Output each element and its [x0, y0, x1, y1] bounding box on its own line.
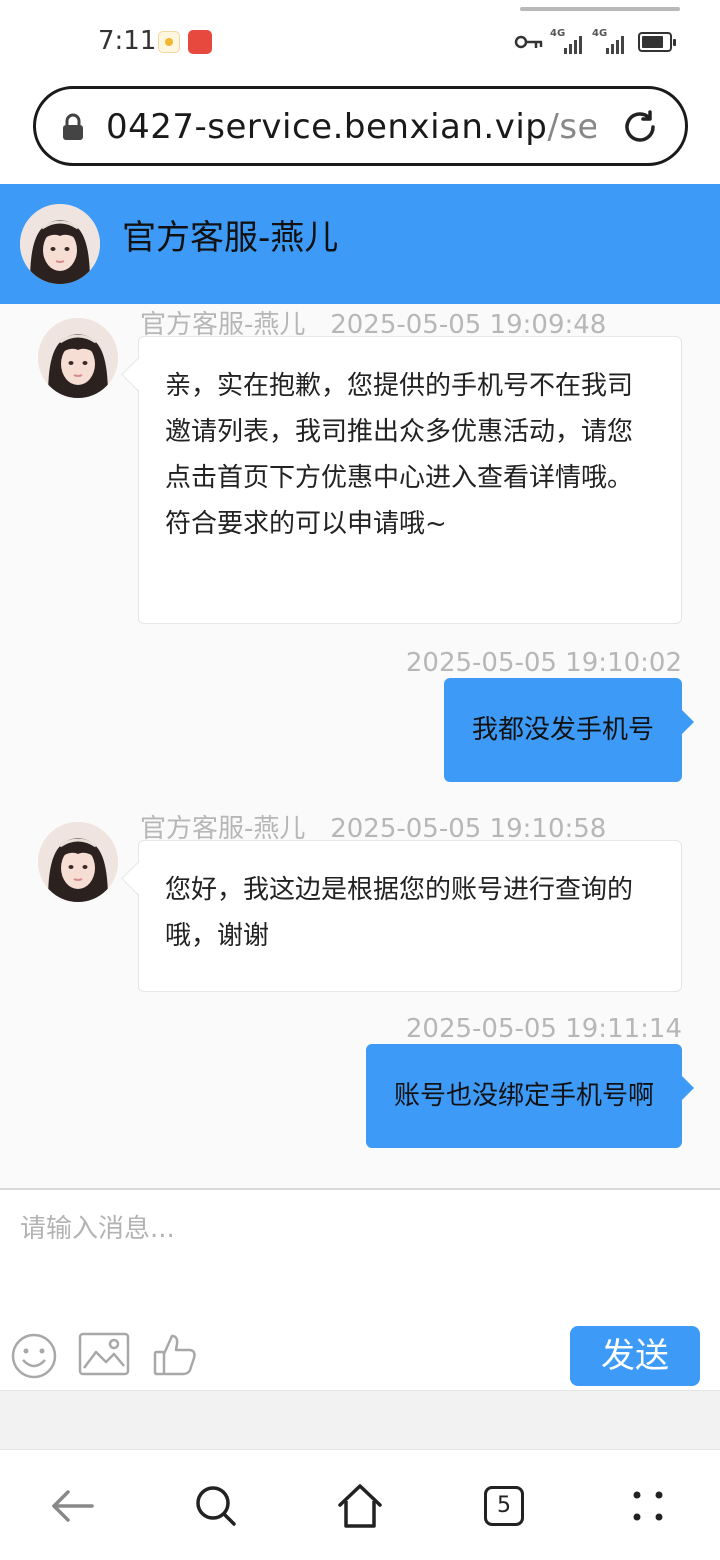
huawei-store-icon [188, 30, 212, 54]
url-domain: 0427-service.benxian.vip [106, 107, 548, 147]
signal-icon: 4G [592, 28, 626, 56]
drag-handle [520, 7, 680, 11]
tab-count: 5 [484, 1486, 524, 1526]
message-time: 2025-05-05 19:11:14 [405, 1014, 682, 1044]
chat-header: 官方客服-燕儿 [0, 184, 720, 304]
incoming-message-bubble: 亲，实在抱歉，您提供的手机号不在我司邀请列表，我司推出众多优惠活动，请您点击首页… [138, 336, 682, 624]
agent-portrait [38, 822, 118, 902]
chat-title: 官方客服-燕儿 [122, 218, 339, 258]
search-icon[interactable] [188, 1478, 244, 1534]
agent-avatar [20, 204, 100, 284]
status-time: 7:11 [98, 26, 157, 56]
reload-icon[interactable] [620, 107, 660, 147]
home-icon[interactable] [332, 1478, 388, 1534]
url-path: /serv [547, 107, 596, 147]
lock-icon [63, 113, 83, 140]
agent-avatar [38, 822, 118, 902]
network-type: 4G [592, 28, 608, 39]
send-button[interactable]: 发送 [570, 1326, 700, 1386]
app-notification-icon [158, 31, 180, 53]
message-list[interactable]: 官方客服-燕儿 2025-05-05 19:09:48 亲，实在抱歉，您提供的手… [0, 304, 720, 1188]
outgoing-message-bubble: 我都没发手机号 [443, 678, 695, 782]
composer: 发送 [0, 1188, 720, 1390]
agent-portrait [38, 318, 118, 398]
network-type: 4G [550, 28, 566, 39]
vpn-key-icon [514, 35, 543, 49]
signal-icon: 4G [550, 28, 584, 56]
more-icon[interactable] [620, 1478, 676, 1534]
url-text[interactable]: 0427-service.benxian.vip/serv [106, 107, 596, 147]
status-bar: 7:11 4G 4G [0, 0, 720, 84]
message-input[interactable] [0, 1190, 720, 1310]
address-bar[interactable]: 0427-service.benxian.vip/serv [33, 86, 688, 166]
message-time: 2025-05-05 19:10:02 [405, 648, 682, 678]
battery-icon [638, 32, 676, 52]
thumbs-up-icon[interactable] [152, 1332, 198, 1378]
emoji-icon[interactable] [10, 1332, 58, 1380]
battery-level [642, 36, 663, 48]
divider-strip [0, 1390, 720, 1450]
agent-portrait [20, 204, 100, 284]
outgoing-message-bubble: 账号也没绑定手机号啊 [365, 1044, 695, 1148]
tabs-icon[interactable]: 5 [476, 1478, 532, 1534]
image-icon[interactable] [78, 1332, 130, 1376]
browser-bottom-nav: 5 [0, 1450, 720, 1560]
agent-avatar [38, 318, 118, 398]
incoming-message-bubble: 您好，我这边是根据您的账号进行查询的哦，谢谢 [138, 840, 682, 992]
back-icon[interactable] [44, 1478, 100, 1534]
